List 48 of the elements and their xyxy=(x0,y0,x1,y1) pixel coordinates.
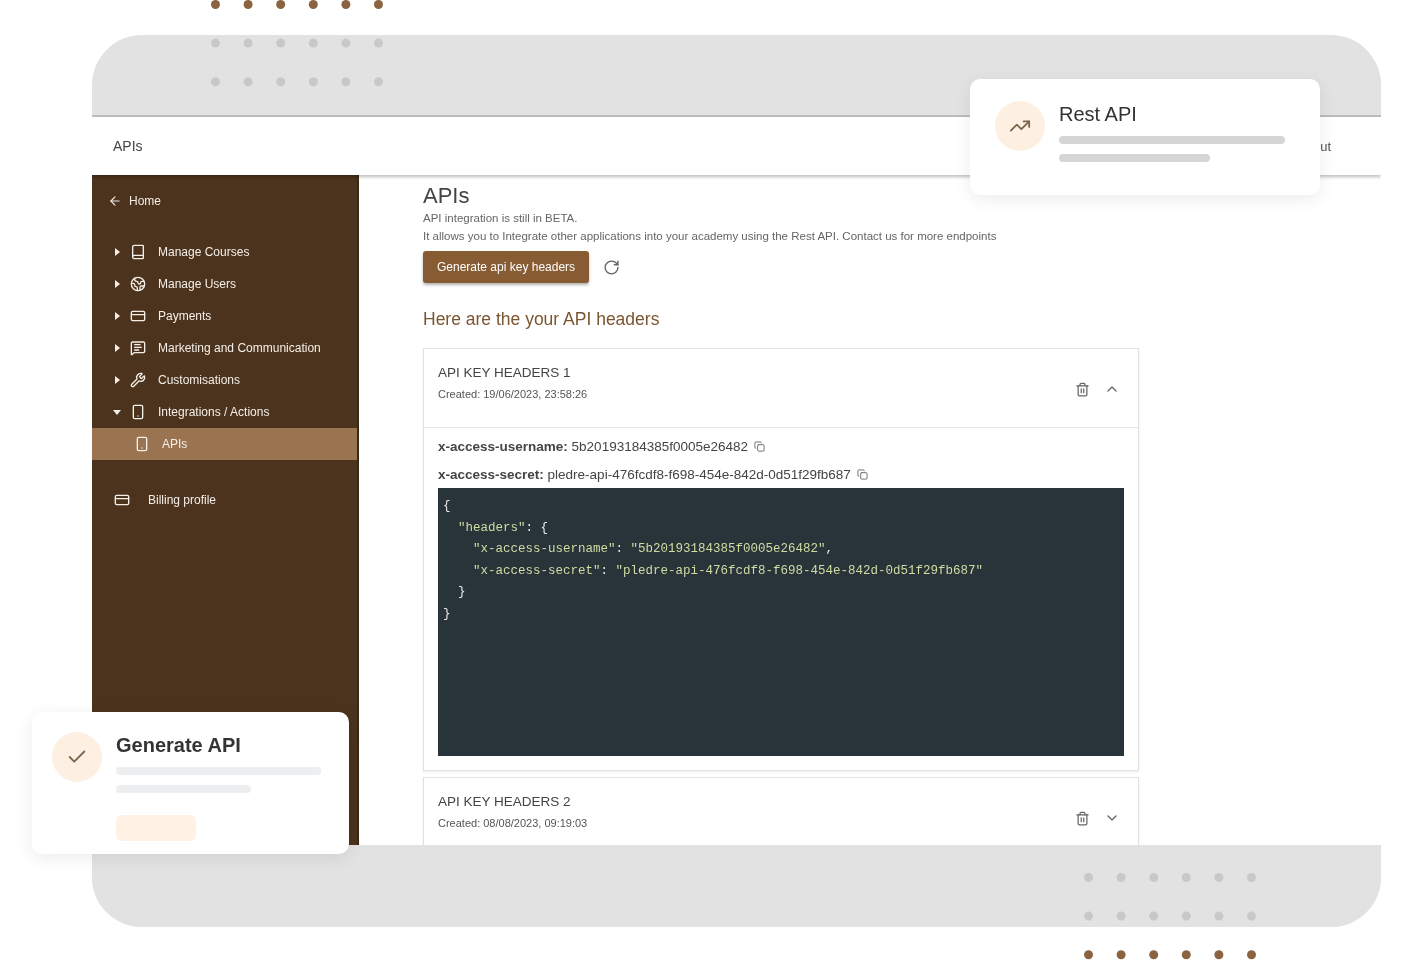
copy-button[interactable] xyxy=(754,440,766,452)
code-line: "x-access-username": "5b20193184385f0005e26482", xyxy=(472,541,835,558)
phone-icon xyxy=(130,404,146,420)
panel-title: API KEY HEADERS 1 xyxy=(438,365,572,380)
created-date: Created: 08/08/2023, 09:19:03 xyxy=(438,817,588,829)
created-date: Created: 19/06/2023, 23:58:26 xyxy=(438,388,588,400)
trash-icon xyxy=(1075,381,1090,397)
sidebar-item[interactable]: Customisations xyxy=(92,364,357,396)
generate-button[interactable]: Generate api key headers xyxy=(423,251,590,283)
phone-icon xyxy=(134,436,150,452)
card-title: Generate API xyxy=(116,734,242,757)
refresh-icon xyxy=(603,258,621,276)
code-line: "headers": { xyxy=(457,519,550,537)
sidebar-item[interactable]: Manage Courses xyxy=(92,236,357,268)
message-icon xyxy=(130,340,146,356)
delete-button[interactable] xyxy=(1075,381,1090,397)
page-heading: APIs xyxy=(423,183,471,209)
header-link[interactable]: ut xyxy=(1320,138,1331,154)
code-line: } xyxy=(457,584,467,601)
card-icon xyxy=(114,492,130,508)
page-title: APIs xyxy=(113,138,143,154)
copy-icon xyxy=(856,468,868,480)
sidebar-item[interactable]: Billing profile xyxy=(92,484,357,516)
code-line: "x-access-secret": "pledre-api-476fcdf8-f698-454e-842d-0d51f29fb687" xyxy=(472,562,985,580)
description-text: API integration is still in BETA. xyxy=(423,211,579,226)
header-field: x-access-username: 5b20193184385f0005e26482 xyxy=(438,438,749,454)
book-icon xyxy=(130,244,146,260)
description-text: It allows you to Integrate other applications into your academy using the Rest API. Contact us for more endpoints xyxy=(423,229,998,244)
panel-title: API KEY HEADERS 2 xyxy=(438,794,572,809)
refresh-button[interactable] xyxy=(603,258,621,276)
code-line: } xyxy=(443,605,452,623)
sidebar-item[interactable]: Marketing and Communication xyxy=(92,332,357,364)
trash-icon xyxy=(1075,810,1090,826)
code-line: { xyxy=(443,498,452,515)
sidebar-item[interactable]: Payments xyxy=(92,300,357,332)
sidebar-item[interactable]: Manage Users xyxy=(92,268,357,300)
card-icon xyxy=(130,308,146,324)
wrench-icon xyxy=(130,372,146,388)
home-link[interactable]: Home xyxy=(92,193,357,209)
sidebar-item[interactable]: APIs xyxy=(92,428,357,460)
globe-icon xyxy=(130,276,146,292)
copy-button[interactable] xyxy=(856,468,868,480)
card-title: Rest API xyxy=(1059,103,1138,126)
delete-button[interactable] xyxy=(1075,810,1090,826)
header-field: x-access-secret: pledre-api-476fcdf8-f698-454e-842d-0d51f29fb687 xyxy=(438,466,851,482)
sidebar-item[interactable]: Integrations / Actions xyxy=(92,396,357,428)
section-heading: Here are the your API headers xyxy=(423,309,661,330)
copy-icon xyxy=(754,440,766,452)
